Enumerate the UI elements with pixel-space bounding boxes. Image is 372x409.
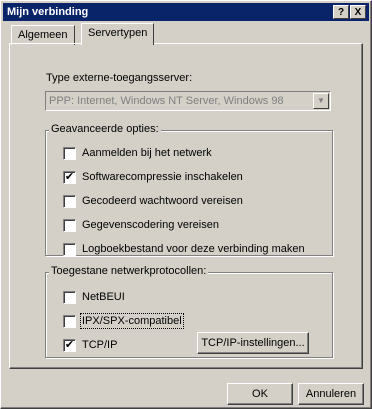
protocols-title: Toegestane netwerkprotocollen: <box>49 265 209 277</box>
option-label-softwarecompressie: Softwarecompressie inschakelen <box>82 171 243 183</box>
protocol-label-ipx-spx: IPX/SPX-compatibel <box>80 313 184 329</box>
checkbox-aanmelden[interactable] <box>63 147 76 160</box>
option-label-gegevenscodering: Gegevenscodering vereisen <box>82 219 219 231</box>
server-type-select[interactable]: PPP: Internet, Windows NT Server, Window… <box>45 91 331 111</box>
ok-button[interactable]: OK <box>227 383 293 405</box>
tcpip-settings-button[interactable]: TCP/IP-instellingen... <box>197 332 309 354</box>
server-type-label: Type externe-toegangsserver: <box>46 72 193 84</box>
advanced-options-title: Geavanceerde opties: <box>49 123 161 135</box>
check-icon: ✔ <box>64 339 75 351</box>
window-title: Mijn verbinding <box>7 6 89 18</box>
server-type-value: PPP: Internet, Windows NT Server, Window… <box>49 95 284 107</box>
protocol-label-tcpip: TCP/IP <box>82 339 118 351</box>
tab-algemeen[interactable]: Algemeen <box>11 25 75 45</box>
cancel-button[interactable]: Annuleren <box>298 383 364 405</box>
close-button[interactable]: X <box>350 5 366 19</box>
checkbox-logboekbestand[interactable] <box>63 243 76 256</box>
title-bar[interactable]: Mijn verbinding ? X <box>3 3 369 21</box>
checkbox-gecodeerd-wachtwoord[interactable] <box>63 195 76 208</box>
checkbox-netbeui[interactable] <box>63 291 76 304</box>
option-label-aanmelden: Aanmelden bij het netwerk <box>82 147 212 159</box>
tab-servertypen[interactable]: Servertypen <box>81 23 155 45</box>
checkbox-ipx-spx[interactable] <box>63 315 76 328</box>
dialog-window: Mijn verbinding ? X Algemeen Servertypen… <box>0 0 372 409</box>
checkbox-softwarecompressie[interactable]: ✔ <box>63 171 76 184</box>
checkbox-tcpip[interactable]: ✔ <box>63 339 76 352</box>
checkbox-gegevenscodering[interactable] <box>63 219 76 232</box>
option-label-logboekbestand: Logboekbestand voor deze verbinding make… <box>82 243 305 255</box>
option-label-gecodeerd-wachtwoord: Gecodeerd wachtwoord vereisen <box>82 195 243 207</box>
help-button[interactable]: ? <box>333 5 349 19</box>
check-icon: ✔ <box>64 171 75 183</box>
chevron-down-icon[interactable]: ▼ <box>313 93 329 109</box>
protocol-label-netbeui: NetBEUI <box>82 291 125 303</box>
